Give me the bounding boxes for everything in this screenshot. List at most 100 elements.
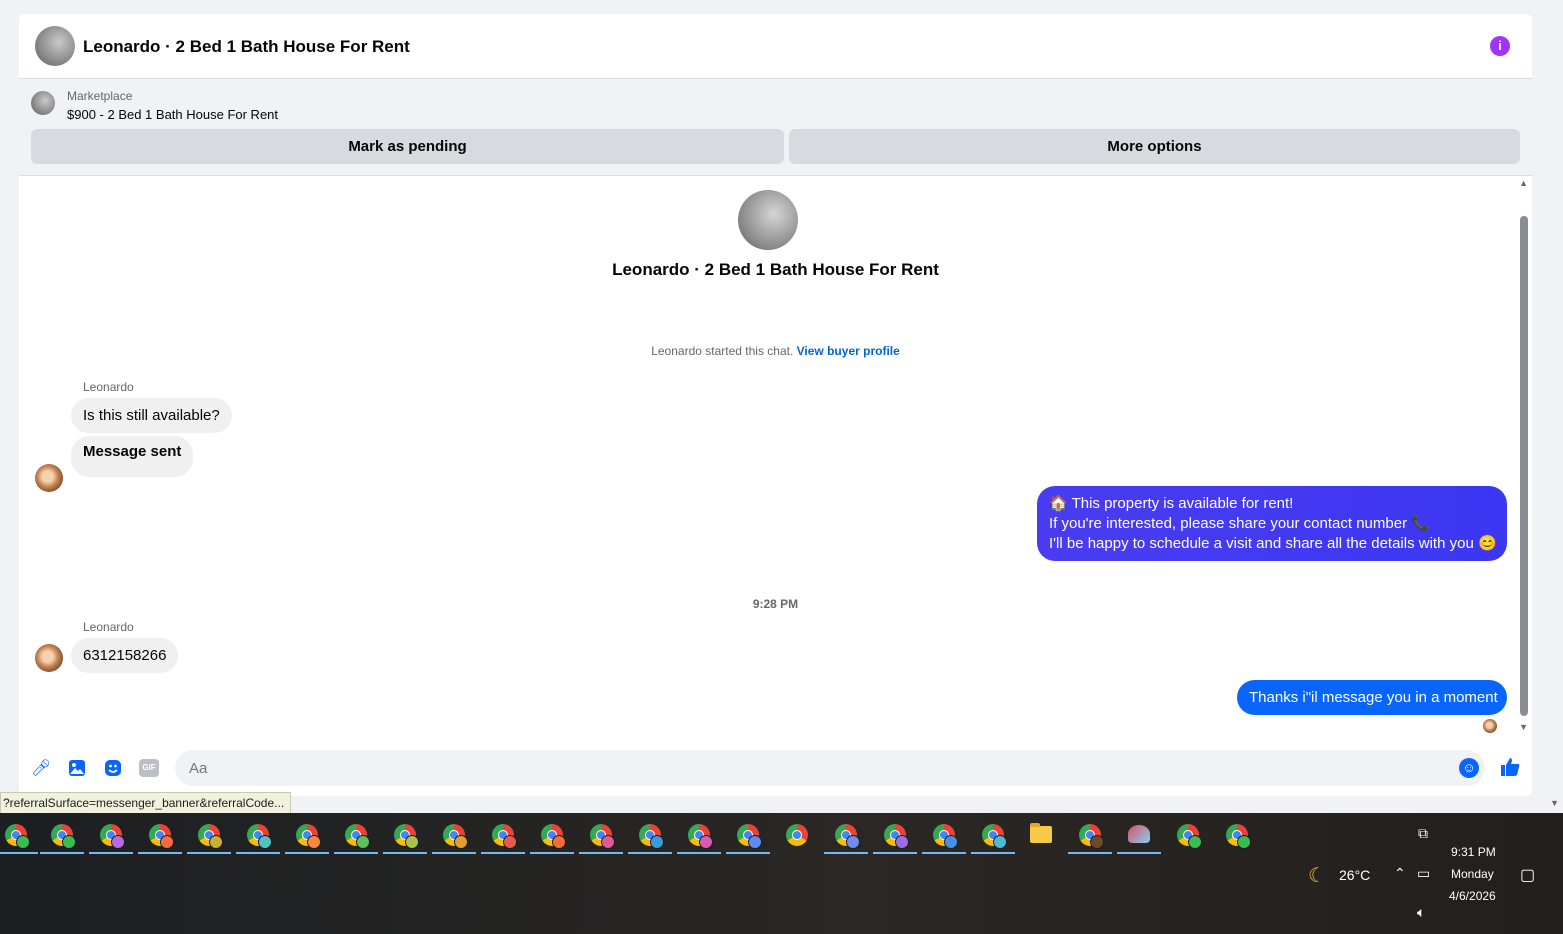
taskbar-chrome-app[interactable] [187, 821, 231, 854]
taskbar-chrome-app[interactable] [726, 821, 770, 854]
taskbar-chrome-app[interactable] [334, 821, 378, 854]
profile-badge-icon [209, 835, 223, 849]
sender-name: Leonardo [83, 380, 134, 394]
sender-avatar[interactable] [35, 464, 63, 492]
taskbar-misc-app[interactable] [1117, 821, 1161, 854]
app-running-indicator [89, 852, 133, 854]
app-running-indicator [40, 852, 84, 854]
sticker-icon[interactable] [103, 759, 123, 779]
taskbar-file-explorer[interactable] [1025, 821, 1057, 851]
outgoing-message[interactable]: 🏠 This property is available for rent! I… [1037, 486, 1507, 561]
listing-source: Marketplace [67, 89, 133, 103]
outgoing-message[interactable]: Thanks i"il message you in a moment [1237, 680, 1507, 715]
taskbar-chrome-app[interactable] [530, 821, 574, 854]
profile-badge-icon [356, 835, 370, 849]
clock-date[interactable]: 4/6/2026 [1449, 889, 1496, 903]
chat-title[interactable]: Leonardo · 2 Bed 1 Bath House For Rent [83, 37, 410, 57]
listing-thumbnail[interactable] [31, 91, 55, 115]
profile-badge-icon [846, 835, 860, 849]
message-timestamp: 9:28 PM [752, 597, 799, 611]
taskbar-chrome-app[interactable] [1221, 821, 1253, 851]
meet-now-icon[interactable]: ⧉ [1418, 825, 1428, 842]
network-icon[interactable]: ▭ [1417, 865, 1430, 882]
profile-badge-icon [895, 835, 909, 849]
gif-icon[interactable]: GIF [139, 759, 159, 777]
listing-price-title[interactable]: $900 - 2 Bed 1 Bath House For Rent [67, 107, 278, 122]
taskbar-chrome-app[interactable] [628, 821, 672, 854]
taskbar-chrome-app[interactable] [432, 821, 476, 854]
taskbar-chrome-app[interactable] [1068, 821, 1112, 854]
app-running-indicator [236, 852, 280, 854]
app-running-indicator [334, 852, 378, 854]
profile-badge-icon [258, 835, 272, 849]
moon-weather-icon[interactable]: ☾ [1308, 863, 1326, 888]
message-list[interactable]: Leonardo · 2 Bed 1 Bath House For Rent L… [19, 176, 1532, 744]
profile-badge-icon [1090, 835, 1104, 849]
profile-badge-icon [699, 835, 713, 849]
app-running-indicator [579, 852, 623, 854]
taskbar-chrome-app[interactable] [579, 821, 623, 854]
profile-badge-icon [405, 835, 419, 849]
taskbar-chrome-app[interactable] [781, 821, 813, 851]
incoming-message[interactable]: 6312158266 [71, 638, 179, 673]
clock-day[interactable]: Monday [1451, 867, 1494, 881]
file-explorer-icon [1030, 823, 1052, 843]
app-running-indicator [432, 852, 476, 854]
chevron-up-icon[interactable]: ⌃ [1394, 865, 1406, 882]
taskbar-chrome-app[interactable] [0, 821, 38, 854]
sender-avatar[interactable] [35, 644, 63, 672]
taskbar-chrome-app[interactable] [481, 821, 525, 854]
chat-started-text: Leonardo started this chat. [651, 344, 794, 358]
app-running-indicator [1068, 852, 1112, 854]
incoming-message[interactable]: Is this still available? [71, 398, 232, 433]
scroll-up-arrow[interactable]: ▲ [1519, 178, 1528, 188]
conversation-avatar [738, 190, 798, 250]
taskbar-chrome-app[interactable] [971, 821, 1015, 854]
app-running-indicator [0, 852, 38, 854]
taskbar-chrome-app[interactable] [383, 821, 427, 854]
message-composer: 🎤︎ GIF ☺ [19, 744, 1532, 796]
taskbar-chrome-app[interactable] [89, 821, 133, 854]
incoming-message[interactable]: Message sent [71, 436, 194, 477]
profile-badge-icon [601, 835, 615, 849]
profile-badge-icon [16, 835, 30, 849]
app-icon [1128, 825, 1150, 843]
taskbar-chrome-app[interactable] [1172, 821, 1204, 851]
taskbar-chrome-app[interactable] [873, 821, 917, 854]
profile-badge-icon [62, 835, 76, 849]
taskbar-chrome-app[interactable] [40, 821, 84, 854]
scrollbar-thumb[interactable] [1520, 216, 1528, 716]
view-buyer-profile-link[interactable]: View buyer profile [797, 344, 900, 358]
taskbar-chrome-app[interactable] [922, 821, 966, 854]
app-running-indicator [628, 852, 672, 854]
scroll-down-arrow[interactable]: ▼ [1519, 722, 1528, 732]
listing-avatar[interactable] [35, 26, 75, 66]
outgoing-message-line: If you're interested, please share your … [1049, 515, 1430, 532]
outgoing-message-line: I'll be happy to schedule a visit and sh… [1049, 535, 1497, 552]
notification-center-icon[interactable]: ▢ [1520, 865, 1535, 885]
image-icon[interactable] [67, 759, 87, 779]
info-icon[interactable]: i [1490, 36, 1510, 56]
volume-icon[interactable]: 🔈︎ [1417, 904, 1425, 921]
mark-as-pending-button[interactable]: Mark as pending [31, 129, 784, 164]
profile-badge-icon [650, 835, 664, 849]
taskbar-chrome-app[interactable] [285, 821, 329, 854]
more-options-button[interactable]: More options [789, 129, 1520, 164]
status-bar-url: ?referralSurface=messenger_banner&referr… [0, 792, 292, 815]
taskbar-chrome-app[interactable] [138, 821, 182, 854]
taskbar-chrome-app[interactable] [236, 821, 280, 854]
message-input[interactable] [175, 750, 1485, 786]
profile-badge-icon [160, 835, 174, 849]
page-scroll-down-arrow[interactable]: ▼ [1550, 798, 1559, 808]
weather-temperature[interactable]: 26°C [1339, 867, 1370, 883]
clock-time[interactable]: 9:31 PM [1451, 845, 1496, 859]
microphone-icon[interactable]: 🎤︎ [31, 759, 51, 779]
profile-badge-icon [552, 835, 566, 849]
taskbar-chrome-app[interactable] [677, 821, 721, 854]
profile-badge-icon [1237, 835, 1251, 849]
chat-started-notice: Leonardo started this chat. View buyer p… [19, 344, 1532, 358]
app-running-indicator [677, 852, 721, 854]
taskbar-chrome-app[interactable] [824, 821, 868, 854]
thumbs-up-icon[interactable] [1499, 756, 1521, 778]
emoji-icon[interactable]: ☺ [1459, 758, 1479, 778]
